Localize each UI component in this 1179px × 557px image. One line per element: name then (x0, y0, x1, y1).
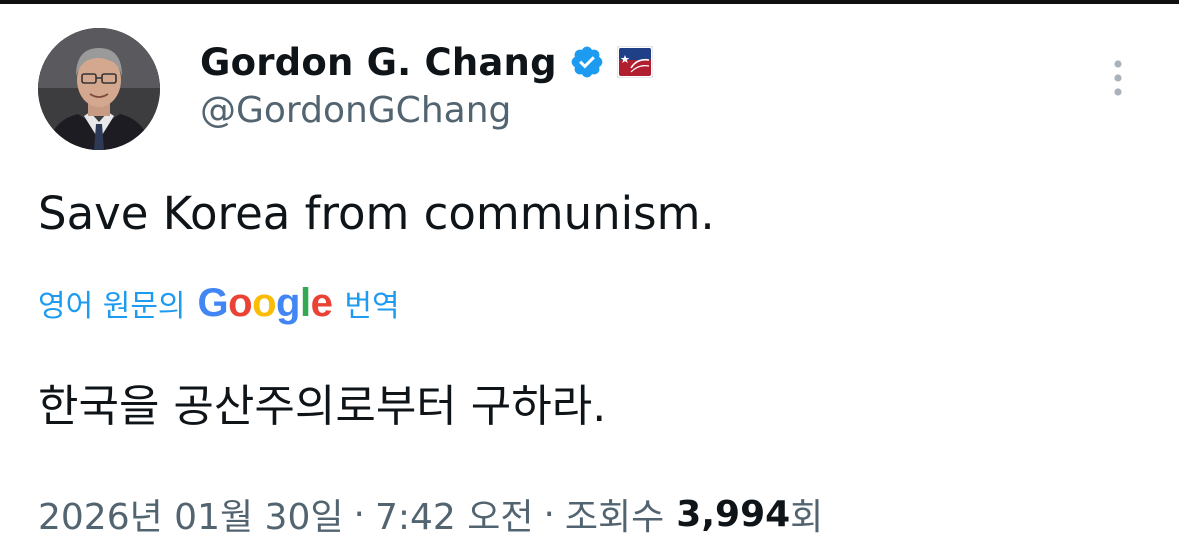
translate-prefix: 영어 원문의 (38, 289, 186, 324)
avatar[interactable] (38, 28, 160, 150)
google-letter: g (276, 280, 300, 325)
tweet-meta: 2026년 01월 30일 · 7:42 오전 · 조회수 3,994 회 (38, 488, 823, 540)
google-letter: o (252, 280, 277, 325)
verified-badge-icon[interactable] (569, 44, 605, 80)
avatar-image (38, 28, 160, 150)
translated-text: 한국을 공산주의로부터 구하라. (38, 381, 607, 432)
author-name-row: Gordon G. Chang (200, 34, 654, 90)
tweet-time[interactable]: 7:42 오전 (375, 488, 534, 540)
views-suffix: 회 (790, 497, 824, 538)
meta-separator: · (353, 493, 365, 535)
views-label: 조회수 (564, 497, 665, 538)
tweet-text: Save Korea from communism. (38, 187, 715, 240)
affiliate-logo-icon[interactable] (616, 45, 654, 79)
google-letter: l (299, 280, 311, 325)
google-letter: G (197, 280, 229, 325)
author-display-name[interactable]: Gordon G. Chang (200, 41, 557, 84)
translate-tweet-link[interactable]: 영어 원문의 Google 번역 (38, 278, 400, 328)
author-handle[interactable]: @GordonGChang (200, 90, 511, 131)
google-letter: o (228, 280, 253, 325)
top-divider (0, 0, 1179, 4)
google-logo: Google (198, 281, 333, 326)
views-count: 3,994 (676, 493, 791, 535)
tweet-date[interactable]: 2026년 01월 30일 (38, 488, 343, 540)
translate-suffix: 번역 (344, 289, 400, 324)
google-letter: e (310, 280, 333, 325)
more-options-button[interactable] (1104, 56, 1132, 100)
meta-separator: · (543, 493, 555, 535)
more-vertical-icon (1114, 60, 1122, 96)
